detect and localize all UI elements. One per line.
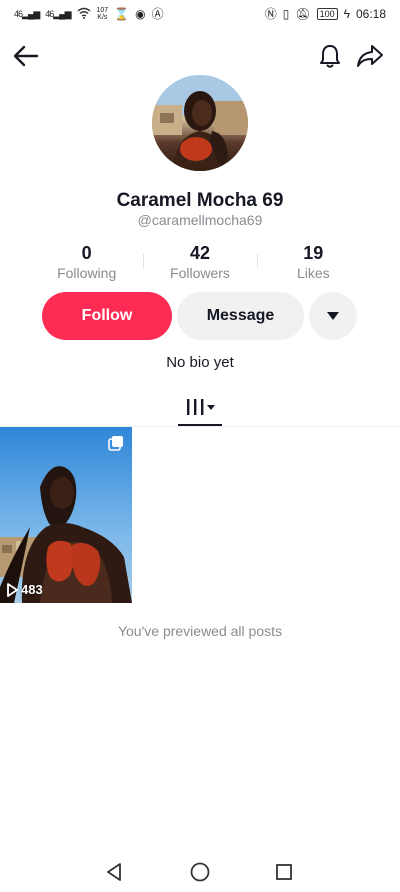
video-thumbnail-image	[0, 427, 132, 603]
notifications-button[interactable]	[314, 40, 346, 72]
avatar[interactable]	[152, 75, 248, 171]
message-button[interactable]: Message	[177, 292, 304, 340]
stat-label: Following	[57, 265, 117, 281]
bio-text: No bio yet	[166, 354, 234, 371]
system-recents-button[interactable]	[272, 860, 296, 884]
stat-value: 19	[303, 243, 324, 263]
stat-likes[interactable]: 19 Likes	[256, 242, 370, 282]
net-speed: 107 K/s	[97, 7, 109, 21]
view-count: 483	[6, 582, 43, 597]
follow-button[interactable]: Follow	[42, 292, 172, 340]
triangle-back-icon	[107, 863, 121, 881]
charging-icon: ϟ	[343, 7, 350, 21]
top-nav	[0, 36, 400, 76]
wifi-icon	[77, 7, 91, 21]
stat-value: 42	[189, 243, 210, 263]
system-home-button[interactable]	[188, 860, 212, 884]
stat-value: 0	[81, 243, 92, 263]
stat-label: Likes	[296, 265, 330, 281]
net-speed-value: 107	[96, 7, 109, 14]
tab-videos[interactable]	[178, 388, 222, 426]
grid-bars-icon	[187, 399, 215, 415]
nfc-icon: Ⓝ	[264, 7, 277, 21]
carousel-icon	[108, 436, 123, 451]
mute-bell-icon: 🔕︎	[295, 7, 311, 21]
bell-icon	[320, 45, 340, 68]
app-notification-icon: ◉	[135, 7, 146, 21]
video-thumbnail[interactable]: 483	[0, 427, 132, 603]
view-count-value: 483	[21, 582, 43, 597]
circle-home-icon	[190, 862, 210, 882]
status-time: 06:18	[355, 7, 386, 21]
end-of-posts-note: You've previewed all posts	[117, 623, 283, 639]
stat-label: Followers	[170, 265, 230, 281]
status-bar: 46▂▄▆ 46▂▄▆ 107 K/s ⌛ ◉ Ⓐ Ⓝ ▯ 🔕︎ 100 ϟ 0…	[0, 0, 400, 28]
arrow-left-icon	[13, 45, 39, 67]
avatar-photo	[152, 75, 248, 171]
more-options-button[interactable]	[309, 292, 357, 340]
signal-icon-1: 46▂▄▆	[14, 8, 40, 19]
username: @caramellmocha69	[137, 212, 263, 228]
system-back-button[interactable]	[102, 860, 126, 884]
play-icon	[7, 582, 18, 597]
share-arrow-icon	[357, 45, 383, 67]
stat-followers[interactable]: 42 Followers	[143, 242, 256, 282]
battery-icon: 100	[316, 8, 338, 20]
profile-screen: 46▂▄▆ 46▂▄▆ 107 K/s ⌛ ◉ Ⓐ Ⓝ ▯ 🔕︎ 100 ϟ 0…	[0, 0, 400, 892]
system-nav-bar	[0, 852, 400, 892]
back-button[interactable]	[10, 40, 42, 72]
status-left: 46▂▄▆ 46▂▄▆ 107 K/s ⌛ ◉ Ⓐ	[14, 7, 164, 21]
hourglass-icon: ⌛	[114, 7, 130, 21]
square-recents-icon	[276, 864, 292, 880]
display-name: Caramel Mocha 69	[116, 190, 284, 211]
signal-icon-2: 46▂▄▆	[45, 8, 71, 19]
caret-down-icon	[327, 312, 339, 320]
vibrate-icon: ▯	[282, 7, 290, 21]
app-a-icon: Ⓐ	[151, 7, 164, 21]
profile-stats: 0 Following 42 Followers 19 Likes	[30, 242, 370, 282]
net-speed-unit: K/s	[97, 14, 108, 21]
share-button[interactable]	[354, 40, 386, 72]
status-right: Ⓝ ▯ 🔕︎ 100 ϟ 06:18	[265, 7, 386, 21]
stat-following[interactable]: 0 Following	[30, 242, 143, 282]
